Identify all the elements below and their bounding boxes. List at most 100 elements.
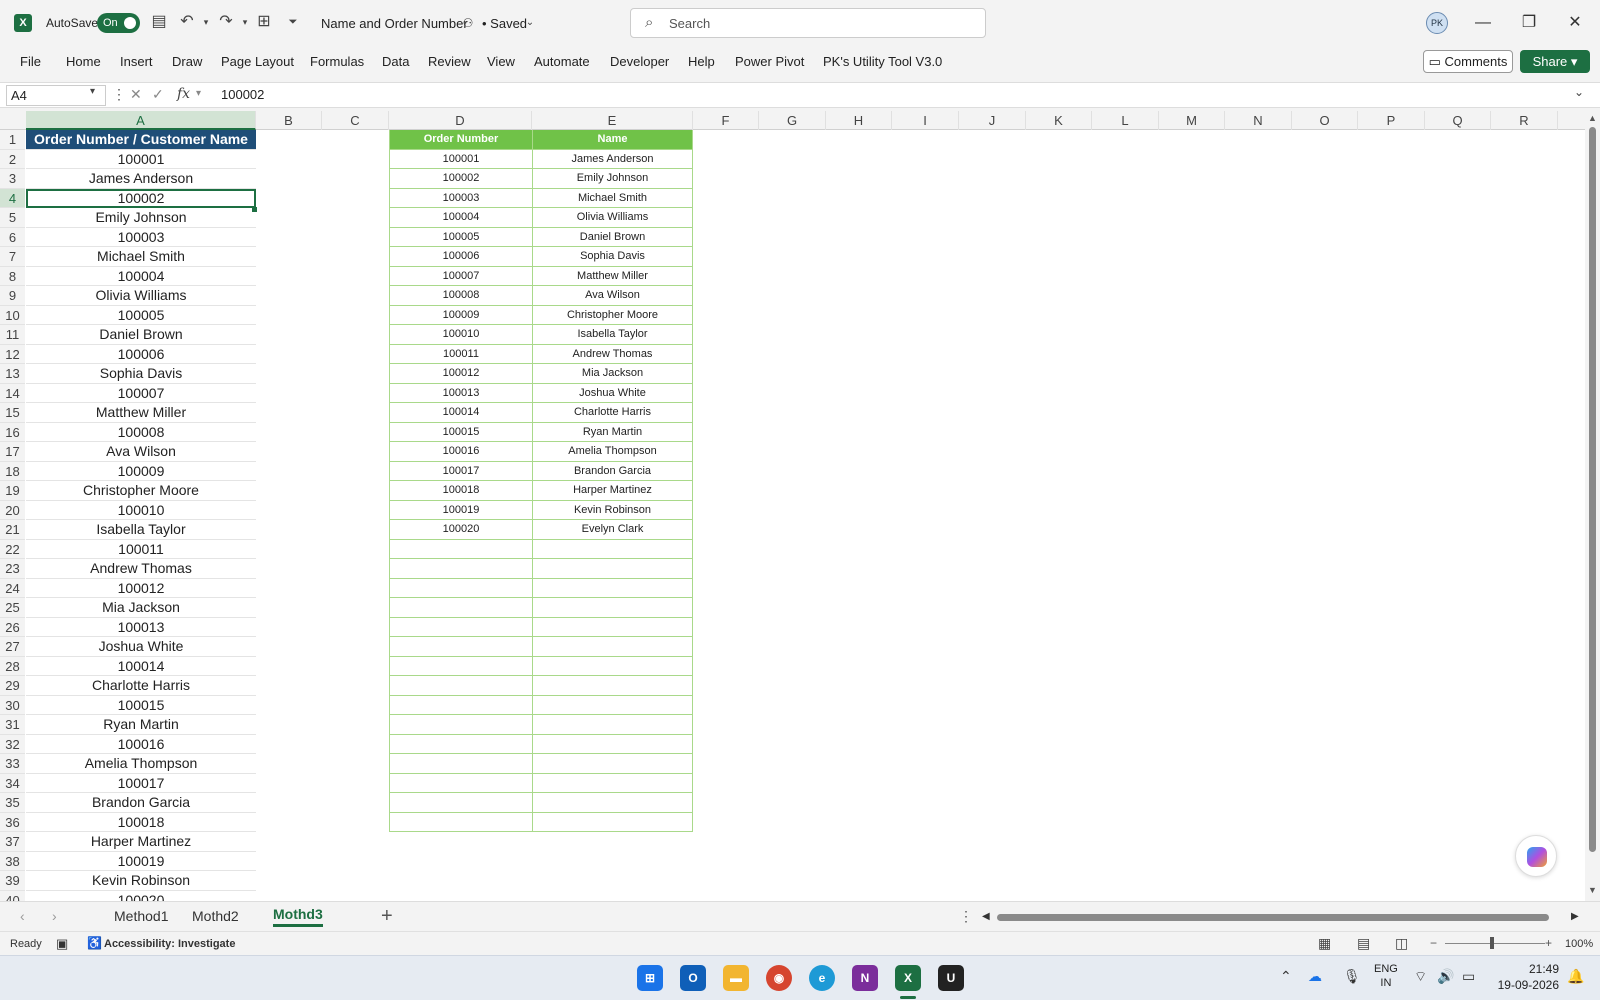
cell-a[interactable]: Brandon Garcia xyxy=(26,793,256,813)
table-cell-order-number[interactable]: 100009 xyxy=(389,305,532,325)
tab-automate[interactable]: Automate xyxy=(534,54,590,69)
row-header[interactable]: 14 xyxy=(0,383,25,403)
cell-a[interactable]: 100015 xyxy=(26,696,256,715)
zoom-out-icon[interactable]: − xyxy=(1430,936,1437,950)
table-cell-order-number[interactable] xyxy=(389,539,532,559)
tab-file[interactable]: File xyxy=(20,54,41,69)
column-header-c[interactable]: C xyxy=(322,111,389,130)
formula-input[interactable]: 100002 xyxy=(221,87,264,102)
table-cell-name[interactable]: Matthew Miller xyxy=(532,266,693,286)
avatar[interactable]: PK xyxy=(1426,12,1448,34)
row-header[interactable]: 13 xyxy=(0,364,25,384)
table-cell-name[interactable]: James Anderson xyxy=(532,149,693,169)
cell-a[interactable]: 100017 xyxy=(26,774,256,793)
table-cell-order-number[interactable]: 100008 xyxy=(389,286,532,306)
more-options-icon[interactable]: ⋮ xyxy=(112,86,126,103)
cell-a[interactable]: Matthew Miller xyxy=(26,403,256,423)
horizontal-scrollbar[interactable]: ◀ ▶ xyxy=(980,911,1580,924)
zoom-in-icon[interactable]: + xyxy=(1545,936,1552,950)
tab-power-pivot[interactable]: Power Pivot xyxy=(735,54,804,69)
row-header[interactable]: 40 xyxy=(0,890,25,901)
table-cell-order-number[interactable] xyxy=(389,715,532,735)
table-cell-order-number[interactable]: 100019 xyxy=(389,500,532,520)
scroll-up-icon[interactable]: ▲ xyxy=(1588,113,1597,123)
table-cell-name[interactable] xyxy=(532,676,693,696)
cell-a[interactable]: Emily Johnson xyxy=(26,208,256,228)
table-cell-order-number[interactable] xyxy=(389,598,532,618)
row-header[interactable]: 31 xyxy=(0,715,25,735)
zoom-level[interactable]: 100% xyxy=(1565,938,1593,950)
customize-icon[interactable]: ⏷ xyxy=(283,12,303,32)
table-cell-name[interactable]: Emily Johnson xyxy=(532,169,693,189)
cell-a[interactable]: Kevin Robinson xyxy=(26,871,256,891)
cell-a[interactable]: Joshua White xyxy=(26,637,256,657)
row-header[interactable]: 3 xyxy=(0,169,25,189)
file-explorer-icon[interactable]: ▬ xyxy=(723,965,749,991)
vertical-scrollbar[interactable]: ▲ ▼ xyxy=(1585,111,1600,901)
chevron-up-icon[interactable]: ⌃ xyxy=(1280,968,1292,985)
table-cell-order-number[interactable]: 100011 xyxy=(389,344,532,364)
row-header[interactable]: 9 xyxy=(0,286,25,306)
table-cell-name[interactable]: Isabella Taylor xyxy=(532,325,693,345)
table-cell-order-number[interactable] xyxy=(389,773,532,793)
autosave-toggle[interactable]: On xyxy=(97,13,140,33)
tab-data[interactable]: Data xyxy=(382,54,409,69)
table-cell-name[interactable] xyxy=(532,754,693,774)
table-cell-name[interactable]: Olivia Williams xyxy=(532,208,693,228)
notification-icon[interactable]: 🔔 xyxy=(1567,968,1584,985)
table-cell-order-number[interactable] xyxy=(389,793,532,813)
sheet-tab-mothd2[interactable]: Mothd2 xyxy=(192,908,239,924)
table-cell-name[interactable]: Sophia Davis xyxy=(532,247,693,267)
sheet-tab-mothd3[interactable]: Mothd3 xyxy=(273,906,323,927)
table-cell-name[interactable] xyxy=(532,695,693,715)
cell-a[interactable]: 100016 xyxy=(26,735,256,754)
redo-dropdown-icon[interactable]: ▾ xyxy=(235,12,255,32)
row-header[interactable]: 16 xyxy=(0,422,25,442)
tab-help[interactable]: Help xyxy=(688,54,715,69)
table-cell-name[interactable]: Joshua White xyxy=(532,383,693,403)
cell-a[interactable]: Michael Smith xyxy=(26,247,256,267)
column-header-m[interactable]: M xyxy=(1159,111,1225,130)
table-cell-order-number[interactable]: 100004 xyxy=(389,208,532,228)
column-header-h[interactable]: H xyxy=(826,111,892,130)
onenote-icon[interactable]: N xyxy=(852,965,878,991)
column-header-l[interactable]: L xyxy=(1092,111,1159,130)
cell-a[interactable]: 100006 xyxy=(26,345,256,364)
tab-draw[interactable]: Draw xyxy=(172,54,202,69)
table-cell-name[interactable]: Brandon Garcia xyxy=(532,461,693,481)
table-cell-name[interactable] xyxy=(532,793,693,813)
restore-icon[interactable]: ❐ xyxy=(1514,10,1544,36)
windows-start-icon[interactable]: ⊞ xyxy=(637,965,663,991)
onedrive-icon[interactable]: ☁ xyxy=(1308,968,1322,985)
document-title[interactable]: Name and Order Number xyxy=(321,16,468,31)
row-header[interactable]: 35 xyxy=(0,793,25,813)
cell-a[interactable]: James Anderson xyxy=(26,169,256,189)
table-cell-order-number[interactable] xyxy=(389,676,532,696)
row-header[interactable]: 20 xyxy=(0,500,25,520)
row-header[interactable]: 37 xyxy=(0,832,25,852)
cell-a[interactable]: Harper Martinez xyxy=(26,832,256,852)
table-cell-order-number[interactable]: 100006 xyxy=(389,247,532,267)
tab-pk-utility-tool[interactable]: PK's Utility Tool V3.0 xyxy=(823,54,942,69)
tab-page-layout[interactable]: Page Layout xyxy=(221,54,294,69)
cell-a[interactable]: 100008 xyxy=(26,423,256,442)
table-cell-order-number[interactable]: 100005 xyxy=(389,227,532,247)
cell-a[interactable]: 100012 xyxy=(26,579,256,598)
enter-icon[interactable]: ✓ xyxy=(152,86,164,103)
row-header[interactable]: 36 xyxy=(0,812,25,832)
cell-a[interactable]: 100011 xyxy=(26,540,256,559)
cell-a[interactable]: 100007 xyxy=(26,384,256,403)
table-cell-order-number[interactable]: 100020 xyxy=(389,520,532,540)
cell-a[interactable]: Olivia Williams xyxy=(26,286,256,306)
table-cell-name[interactable]: Daniel Brown xyxy=(532,227,693,247)
row-header[interactable]: 22 xyxy=(0,539,25,559)
page-break-view-icon[interactable]: ◫ xyxy=(1395,935,1408,952)
table-cell-name[interactable]: Michael Smith xyxy=(532,188,693,208)
cell-a[interactable]: Andrew Thomas xyxy=(26,559,256,579)
table-cell-name[interactable]: Ava Wilson xyxy=(532,286,693,306)
cell-a[interactable]: 100018 xyxy=(26,813,256,832)
cell-a[interactable]: 100013 xyxy=(26,618,256,637)
table-cell-order-number[interactable]: 100010 xyxy=(389,325,532,345)
row-header[interactable]: 18 xyxy=(0,461,25,481)
row-header[interactable]: 39 xyxy=(0,871,25,891)
